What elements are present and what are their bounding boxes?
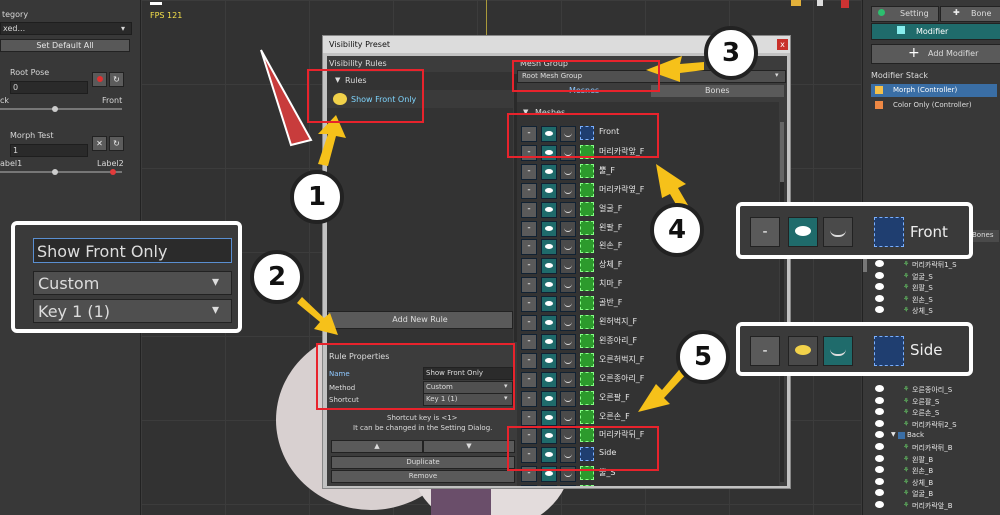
zoom-front-label: Front xyxy=(910,223,948,241)
zoom-front-visible-eye-icon xyxy=(788,217,818,247)
zoom-side-row: - Side xyxy=(736,322,973,376)
zoom-rule-properties: Show Front Only Custom ▾ Key 1 (1) ▾ xyxy=(11,221,242,333)
zoom-front-mesh-group-icon xyxy=(874,217,904,247)
zoom-name-value: Show Front Only xyxy=(37,242,168,261)
callout-number-1: 1 xyxy=(290,170,344,224)
chevron-down-icon: ▾ xyxy=(212,302,220,318)
zoom-side-label: Side xyxy=(910,341,943,359)
highlight-front-row xyxy=(507,113,659,158)
zoom-side-arc-icon xyxy=(823,336,853,366)
highlight-mesh-group xyxy=(512,60,660,92)
zoom-side-visible-eye-icon xyxy=(788,336,818,366)
zoom-shortcut-value: Key 1 (1) xyxy=(38,302,111,321)
callout-number-5: 5 xyxy=(676,330,730,384)
callout-arrow-2 xyxy=(297,297,338,335)
highlight-rule-properties xyxy=(316,343,515,410)
zoom-front-arc-icon xyxy=(823,217,853,247)
callout-number-2: 2 xyxy=(250,250,304,304)
zoom-method-value: Custom xyxy=(38,274,100,293)
zoom-side-minus-button: - xyxy=(750,336,780,366)
highlight-rule-item xyxy=(307,69,424,123)
callout-number-4: 4 xyxy=(650,203,704,257)
chevron-down-icon: ▾ xyxy=(212,274,220,290)
zoom-name-input: Show Front Only xyxy=(33,238,232,263)
zoom-side-mesh-group-icon xyxy=(874,336,904,366)
zoom-shortcut-dropdown: Key 1 (1) ▾ xyxy=(33,299,232,323)
callout-number-3: 3 xyxy=(704,26,758,80)
zoom-front-row: - Front xyxy=(736,202,973,259)
zoom-front-minus-button: - xyxy=(750,217,780,247)
zoom-method-dropdown: Custom ▾ xyxy=(33,271,232,295)
highlight-side-row xyxy=(507,426,659,471)
